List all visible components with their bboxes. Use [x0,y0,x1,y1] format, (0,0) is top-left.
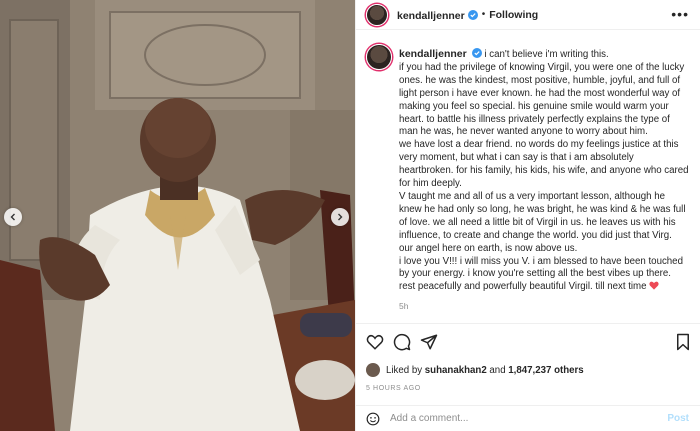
caption-line: making you feel so special. his genuine … [399,100,669,112]
caption-line: knew he had only so long, he was bright,… [399,203,686,215]
caption-line: by your energy. i know you're setting al… [399,268,671,280]
caption-time-ago: 5h [399,301,409,311]
caption-line: if you had the privilege of knowing Virg… [399,61,685,73]
author-username: kendalljenner [397,9,465,22]
caption-line: we have lost a dear friend. no words do … [399,139,679,151]
post-header: kendalljenner • Following ••• [356,0,700,30]
separator-dot: • [481,9,486,20]
red-heart-emoji-icon [648,281,659,290]
like-heart-icon[interactable] [366,333,384,351]
next-photo-button[interactable] [331,208,349,226]
post-side-panel: kendalljenner • Following ••• kendalljen… [355,0,700,431]
caption-line: for him deeply. [399,178,462,190]
likes-count-link[interactable]: 1,847,237 others [508,365,583,376]
author-avatar[interactable] [366,3,388,26]
following-button[interactable]: Following [489,9,538,21]
caption-last-text: rest peacefully and powerfully beautiful… [399,281,647,293]
caption-last-line: rest peacefully and powerfully beautiful… [399,281,694,294]
caption-line: influence, to create and change the worl… [399,229,672,241]
caption-line: heart. to battle his illness privately p… [399,113,670,125]
liker-avatar[interactable] [366,363,380,377]
caption-line: i love you V!!! i will miss you V. i am … [399,255,683,267]
comment-icon[interactable] [393,333,411,351]
caption-line: heartbroken. for his family, his kids, h… [399,165,689,177]
instagram-post-view: kendalljenner • Following ••• kendalljen… [0,0,700,431]
action-icons-row [356,333,700,355]
caption-line: light person i have ever known. he had t… [399,87,681,99]
previous-photo-button[interactable] [4,208,22,226]
caption-line: man he was, he never wanted anyone to wo… [399,126,648,138]
caption-area: kendalljenner i can't believe i'm writin… [356,44,700,314]
caption-first-text: i can't believe i'm writing this. [484,49,609,60]
chevron-right-icon [338,213,343,221]
post-timestamp[interactable]: 5 HOURS AGO [366,385,421,392]
caption-line: our angel here on earth, is now above us… [399,242,578,254]
likes-summary: Liked by suhanakhan2 and 1,847,237 other… [366,362,584,378]
likes-prefix: Liked by [386,364,423,376]
caption-avatar[interactable] [366,44,392,70]
caption-username[interactable]: kendalljenner [399,48,467,60]
save-bookmark-icon[interactable] [674,333,692,351]
photo-illustration [0,0,355,431]
caption-text: kendalljenner i can't believe i'm writin… [399,48,694,294]
likes-joiner: and [489,364,506,376]
actions-divider [356,323,700,324]
author-username-link[interactable]: kendalljenner [397,6,465,24]
post-comment-button[interactable]: Post [667,413,689,424]
chevron-left-icon [10,213,15,221]
comment-input[interactable]: Add a comment... [390,413,667,424]
caption-line: ones. he was the kindest, most positive,… [399,74,681,86]
emoji-icon[interactable] [366,412,380,426]
more-options-icon[interactable]: ••• [671,7,689,21]
verified-badge-icon [467,9,478,20]
caption-line: of love. we all need a little bit of Vir… [399,216,676,228]
caption-line: very moment, but what i can say is that … [399,152,634,164]
post-photo[interactable] [0,0,355,431]
caption-first-line: kendalljenner i can't believe i'm writin… [399,48,694,62]
caption-line: V taught me and all of us a very importa… [399,190,666,202]
liked-by-username[interactable]: suhanakhan2 [425,365,487,376]
share-send-icon[interactable] [420,333,438,351]
comment-bar: Add a comment... Post [356,405,700,431]
verified-badge-icon [471,48,482,58]
